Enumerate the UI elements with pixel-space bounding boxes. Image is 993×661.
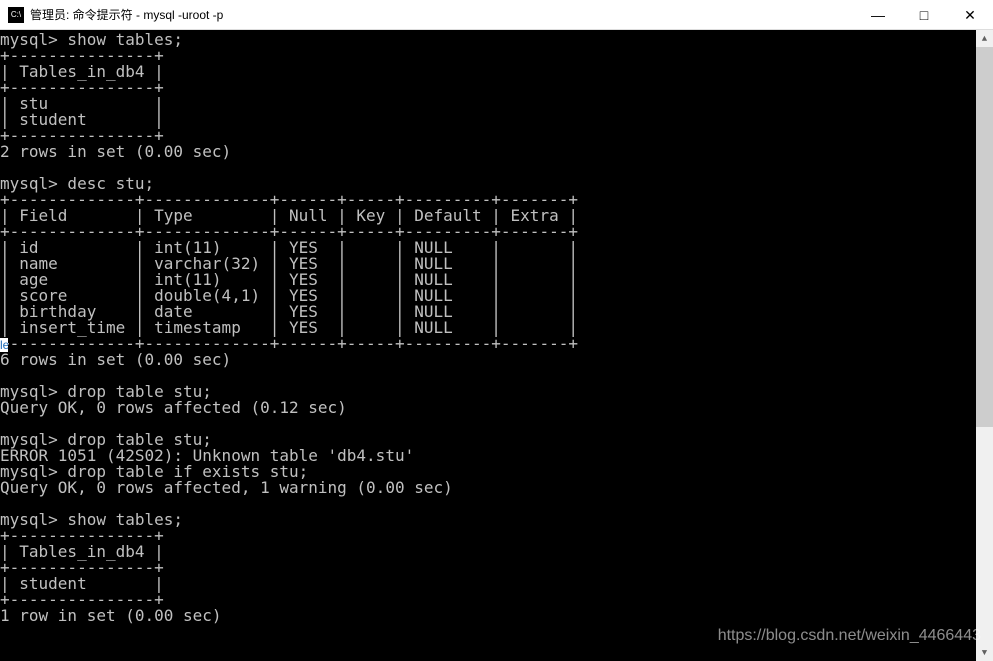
scrollbar[interactable]: ▲ ▼ xyxy=(976,30,993,661)
window-title: 管理员: 命令提示符 - mysql -uroot -p xyxy=(30,6,223,23)
minimize-button[interactable]: — xyxy=(855,0,901,30)
terminal-output[interactable]: mysql> show tables; +---------------+ | … xyxy=(0,30,976,661)
window-controls: — □ ✕ xyxy=(855,0,993,30)
scroll-down-button[interactable]: ▼ xyxy=(976,644,993,661)
titlebar[interactable]: C:\ 管理员: 命令提示符 - mysql -uroot -p — □ ✕ xyxy=(0,0,993,30)
app-icon-text: C:\ xyxy=(11,10,21,19)
scrollbar-thumb[interactable] xyxy=(976,47,993,427)
command-prompt-window: C:\ 管理员: 命令提示符 - mysql -uroot -p — □ ✕ m… xyxy=(0,0,993,661)
terminal-wrapper: mysql> show tables; +---------------+ | … xyxy=(0,30,993,661)
app-icon: C:\ xyxy=(8,7,24,23)
close-button[interactable]: ✕ xyxy=(947,0,993,30)
scroll-up-button[interactable]: ▲ xyxy=(976,30,993,47)
maximize-button[interactable]: □ xyxy=(901,0,947,30)
left-edge-fragment: le xyxy=(0,338,8,352)
